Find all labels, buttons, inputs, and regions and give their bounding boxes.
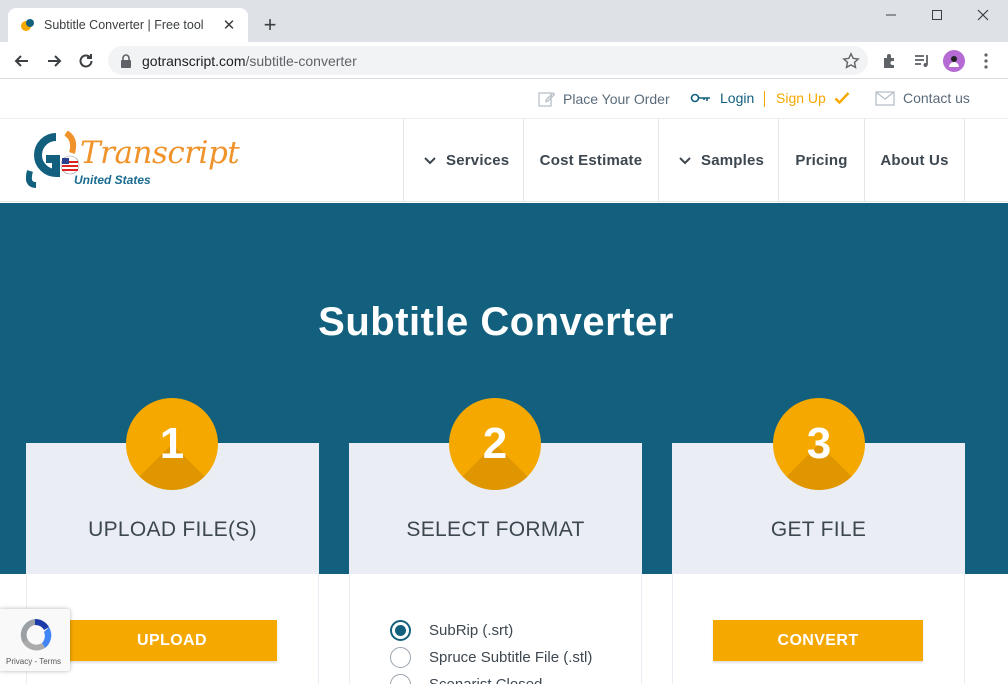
browser-toolbar: gotranscript.com/subtitle-converter <box>0 42 1008 79</box>
browser-tab[interactable]: Subtitle Converter | Free tool ✕ <box>8 8 248 42</box>
envelope-icon <box>875 90 895 106</box>
recaptcha-badge[interactable]: Privacy - Terms <box>0 609 70 671</box>
contact-label: Contact us <box>903 90 970 106</box>
place-order-link[interactable]: Place Your Order <box>537 90 670 108</box>
gotranscript-logo[interactable]: Transcript United States <box>26 127 256 193</box>
url-path: /subtitle-converter <box>245 52 357 69</box>
nav-label-cost-estimate: Cost Estimate <box>539 152 643 169</box>
reload-icon[interactable] <box>72 47 100 75</box>
close-tab-icon[interactable]: ✕ <box>220 16 238 34</box>
key-icon <box>690 93 710 103</box>
nav-label-about-us: About Us <box>880 152 949 169</box>
nav-item-about-us[interactable]: About Us <box>864 119 965 202</box>
recaptcha-terms-link[interactable]: Terms <box>39 657 61 666</box>
recaptcha-icon <box>20 618 52 651</box>
format-label: Scenarist Closed <box>429 676 542 684</box>
contact-link[interactable]: Contact us <box>875 90 970 106</box>
recaptcha-privacy-link[interactable]: Privacy <box>6 657 32 666</box>
nav-item-services[interactable]: Services <box>403 119 523 202</box>
profile-avatar[interactable] <box>941 48 967 74</box>
site-header: Transcript United States Services Cost E… <box>0 119 1008 202</box>
step-number-badge: 1 <box>126 398 218 490</box>
login-link[interactable]: Login <box>690 90 754 106</box>
convert-button[interactable]: CONVERT <box>713 620 923 661</box>
main-nav: Services Cost Estimate Samples Pricing A… <box>403 119 965 202</box>
nav-item-cost-estimate[interactable]: Cost Estimate <box>523 119 658 202</box>
utility-bar: Place Your Order Login Sign Up Contact u… <box>0 79 1008 119</box>
upload-button[interactable]: UPLOAD <box>67 620 277 661</box>
browser-menu-icon[interactable] <box>973 48 999 74</box>
minimize-window-icon[interactable] <box>868 4 914 26</box>
utility-divider <box>764 91 765 107</box>
chevron-down-icon <box>424 156 436 165</box>
avatar-icon <box>943 50 965 72</box>
format-label: Spruce Subtitle File (.stl) <box>429 649 593 666</box>
radio-button-checked[interactable] <box>390 620 411 641</box>
chevron-down-icon <box>679 156 691 165</box>
signup-label: Sign Up <box>776 90 826 106</box>
step-number-badge: 3 <box>773 398 865 490</box>
radio-button[interactable] <box>390 647 411 668</box>
edit-document-icon <box>538 92 555 107</box>
step-number: 2 <box>482 419 508 468</box>
bookmark-star-icon[interactable] <box>842 52 860 70</box>
url-host: gotranscript.com <box>142 52 246 69</box>
place-order-label: Place Your Order <box>563 91 670 107</box>
page-title: Subtitle Converter <box>318 300 674 344</box>
favicon-icon <box>20 17 36 33</box>
extensions-puzzle-icon[interactable] <box>877 48 903 74</box>
format-option-srt[interactable]: SubRip (.srt) <box>390 620 513 641</box>
address-bar[interactable]: gotranscript.com/subtitle-converter <box>108 46 868 75</box>
nav-label-samples: Samples <box>701 152 765 169</box>
logo-region: United States <box>74 173 151 187</box>
signup-link[interactable]: Sign Up <box>776 90 850 106</box>
nav-item-samples[interactable]: Samples <box>658 119 778 202</box>
step-heading-format: SELECT FORMAT <box>406 518 585 541</box>
lock-icon <box>120 53 134 68</box>
new-tab-button[interactable]: + <box>258 12 282 37</box>
radio-button[interactable] <box>390 674 411 684</box>
forward-arrow-icon[interactable] <box>40 47 68 75</box>
step-number: 1 <box>159 419 185 468</box>
format-option-stl[interactable]: Spruce Subtitle File (.stl) <box>390 647 592 668</box>
maximize-window-icon[interactable] <box>914 4 960 26</box>
step-heading-get-file: GET FILE <box>770 518 867 541</box>
nav-label-pricing: Pricing <box>795 152 848 169</box>
media-queue-icon[interactable] <box>909 48 935 74</box>
checkmark-icon <box>834 92 850 105</box>
step-number-badge: 2 <box>449 398 541 490</box>
recaptcha-links: Privacy - Terms <box>6 657 61 666</box>
browser-tabstrip: Subtitle Converter | Free tool ✕ + <box>0 0 1008 42</box>
back-arrow-icon[interactable] <box>8 47 36 75</box>
format-option-scenarist[interactable]: Scenarist Closed <box>390 674 542 684</box>
format-label: SubRip (.srt) <box>429 622 514 639</box>
step-heading-upload: UPLOAD FILE(S) <box>88 518 257 541</box>
nav-item-pricing[interactable]: Pricing <box>778 119 864 202</box>
step-number: 3 <box>806 419 832 468</box>
nav-label-services: Services <box>446 152 510 169</box>
login-label: Login <box>720 90 755 106</box>
tab-title: Subtitle Converter | Free tool <box>44 18 204 32</box>
close-window-icon[interactable] <box>960 4 1006 26</box>
logo-wordmark: Transcript <box>80 135 240 171</box>
